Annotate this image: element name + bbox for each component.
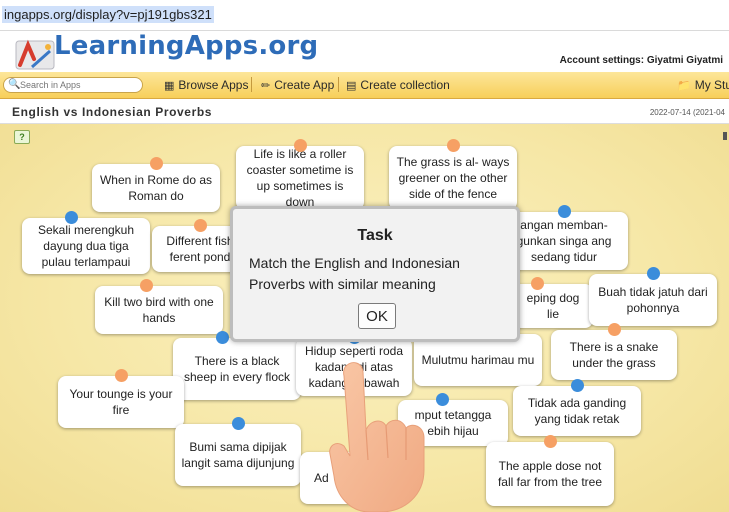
proverb-card[interactable]: Bumi sama dipijak langit sama dijunjung — [175, 417, 301, 486]
page-title: English vs Indonesian Proverbs — [12, 105, 213, 119]
dialog-message: Match the English and Indonesian Proverb… — [249, 255, 460, 292]
proverb-card-text: The grass is al- ways greener on the oth… — [396, 155, 510, 201]
pin-icon — [194, 219, 207, 232]
pin-icon — [647, 267, 660, 280]
ok-button[interactable]: OK — [358, 303, 396, 329]
pin-icon — [571, 379, 584, 392]
browser-address-bar[interactable]: ingapps.org/display?v=pj191gbs321 — [0, 0, 729, 30]
proverb-card-text: Buah tidak jatuh dari pohonnya — [598, 285, 708, 315]
proverb-card[interactable]: There is a black sheep in every flock — [173, 331, 301, 400]
dialog-title: Task — [357, 227, 393, 244]
proverb-card-text: There is a snake under the grass — [569, 340, 659, 370]
proverb-card[interactable]: The grass is al- ways greener on the oth… — [389, 139, 517, 210]
proverb-card[interactable]: Tidak ada ganding yang tidak retak — [513, 379, 641, 436]
nav-separator — [338, 77, 339, 92]
collection-icon: ▤ — [346, 80, 357, 92]
pin-icon — [447, 139, 460, 152]
proverb-card[interactable]: Life is like a roller coaster sometime i… — [236, 139, 364, 210]
pointing-hand-icon — [329, 362, 425, 512]
pin-icon — [215, 331, 229, 344]
proverb-card[interactable]: Buah tidak jatuh dari pohonnya — [589, 267, 717, 326]
logo-icon[interactable] — [14, 35, 58, 71]
search-icon: 🔍 — [8, 79, 21, 90]
proverb-card-text: Kill two bird with one hands — [104, 295, 214, 325]
pin-icon — [150, 157, 163, 170]
pin-icon — [544, 435, 557, 448]
nav-create-collection-label: Create collection — [360, 78, 450, 92]
site-header: LearningApps.org Account settings: Giyat… — [0, 31, 729, 70]
proverb-card-text: angan memban- gunkan singa ang sedang ti… — [516, 218, 612, 264]
nav-bar: 🔍 ▦Browse Apps ✏Create App ▤Create colle… — [0, 72, 729, 99]
proverb-card[interactable]: Kill two bird with one hands — [95, 279, 223, 334]
app-title-bar: English vs Indonesian Proverbs 2022-07-1… — [0, 99, 729, 124]
proverb-card-text: There is a black sheep in every flock — [183, 354, 291, 384]
proverb-card[interactable]: The apple dose not fall far from the tre… — [486, 435, 614, 506]
pencil-icon: ✏ — [261, 80, 271, 92]
pin-icon — [531, 277, 544, 290]
nav-my-stuff[interactable]: 📁My Stuf — [677, 78, 729, 92]
pin-icon — [64, 211, 78, 224]
pin-icon — [140, 279, 154, 292]
site-logo[interactable]: LearningApps.org — [54, 31, 318, 61]
proverb-card[interactable]: There is a snake under the grass — [551, 323, 677, 380]
nav-create-collection[interactable]: ▤ Create collection — [346, 78, 450, 92]
nav-create-app[interactable]: ✏ Create App — [261, 78, 334, 92]
nav-my-stuff-label: My Stuf — [694, 78, 729, 92]
pin-icon — [115, 369, 128, 382]
proverb-card-text: When in Rome do as Roman do — [99, 173, 213, 203]
nav-browse-apps[interactable]: ▦ Browse Apps — [164, 78, 248, 92]
url-text[interactable]: ingapps.org/display?v=pj191gbs321 — [2, 6, 214, 23]
proverb-card[interactable]: eping dog lie — [513, 277, 593, 328]
grid-icon: ▦ — [164, 80, 175, 92]
help-icon[interactable]: ? — [14, 130, 30, 144]
proverb-card-text: Sekali merengkuh dayung dua tiga pulau t… — [37, 223, 135, 269]
app-date: 2022-07-14 (2021-04 — [649, 108, 725, 117]
proverb-card[interactable]: When in Rome do as Roman do — [92, 157, 220, 212]
pin-icon — [558, 205, 571, 218]
folder-icon: 📁 — [677, 80, 691, 92]
search-input[interactable] — [20, 79, 138, 91]
proverb-card[interactable]: Sekali merengkuh dayung dua tiga pulau t… — [22, 211, 150, 274]
fullscreen-icon[interactable] — [723, 132, 727, 140]
proverb-card-text: Life is like a roller coaster sometime i… — [246, 147, 354, 209]
proverb-card-text: Your tounge is your fire — [69, 387, 173, 417]
nav-separator — [251, 77, 252, 92]
task-dialog: Task Match the English and Indonesian Pr… — [230, 206, 520, 342]
search-box[interactable]: 🔍 — [3, 77, 143, 93]
proverb-card[interactable]: Your tounge is your fire — [58, 369, 184, 428]
proverb-card-text: eping dog lie — [526, 291, 580, 321]
pin-icon — [232, 417, 245, 430]
account-settings-link[interactable]: Account settings: Giyatmi Giyatmi — [560, 55, 723, 66]
proverb-card-text: Bumi sama dipijak langit sama dijunjung — [181, 440, 295, 470]
nav-browse-apps-label: Browse Apps — [178, 78, 249, 92]
pin-icon — [608, 323, 621, 336]
pin-icon — [294, 139, 307, 152]
proverb-card-text: Tidak ada ganding yang tidak retak — [527, 396, 627, 426]
nav-create-app-label: Create App — [274, 78, 335, 92]
proverb-card-text: The apple dose not fall far from the tre… — [497, 459, 603, 489]
